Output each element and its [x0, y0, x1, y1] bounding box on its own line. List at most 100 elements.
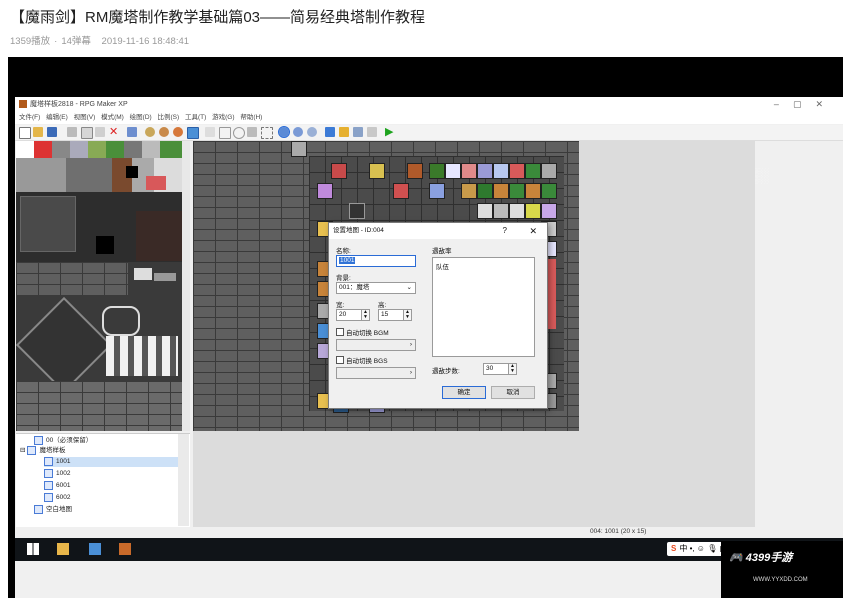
palette-arch-tile[interactable] — [102, 306, 140, 336]
new-icon[interactable] — [19, 127, 31, 139]
encounter-steps-label: 遇敌步数: — [432, 368, 460, 375]
layer1-icon[interactable] — [145, 127, 155, 137]
help-button[interactable]: ? — [503, 223, 507, 239]
menu-scale[interactable]: 比例(S) — [158, 114, 180, 121]
pencil-icon[interactable] — [205, 127, 215, 137]
script-editor-icon[interactable] — [353, 127, 363, 137]
tree-item[interactable]: 6001 — [44, 481, 70, 491]
maximize-button[interactable]: ▢ — [793, 99, 816, 109]
map-tile-item — [477, 203, 493, 219]
windows-start-icon[interactable] — [27, 543, 39, 555]
close-window-button[interactable]: ✕ — [815, 99, 837, 109]
select-icon[interactable] — [261, 127, 273, 139]
tree-item[interactable]: ⊟ 魔塔样板 — [20, 446, 65, 456]
encounter-list[interactable]: 队伍 — [432, 257, 535, 357]
zoom-2-icon[interactable] — [293, 127, 303, 137]
save-icon[interactable] — [47, 127, 57, 137]
palette-wall-row[interactable] — [16, 381, 182, 431]
palette-table-tile[interactable] — [134, 268, 152, 280]
menu-draw[interactable]: 绘图(D) — [130, 114, 152, 121]
palette-pit-tile[interactable] — [20, 196, 76, 252]
width-input[interactable]: 20 — [336, 309, 362, 321]
palette-scrollbar[interactable] — [182, 141, 190, 431]
map-tile-item — [541, 183, 557, 199]
cut-icon[interactable] — [67, 127, 77, 137]
menu-tools[interactable]: 工具(T) — [185, 114, 206, 121]
auto-bgm-checkbox[interactable] — [336, 328, 344, 336]
zoom-4-icon[interactable] — [307, 127, 317, 137]
map-tile-item — [509, 203, 525, 219]
palette-brick-row[interactable] — [16, 262, 128, 296]
undo-icon[interactable] — [127, 127, 137, 137]
encounter-list-item[interactable]: 队伍 — [436, 261, 449, 271]
map-name-input[interactable]: 1001 — [336, 255, 416, 267]
menu-file[interactable]: 文件(F) — [19, 114, 40, 121]
tree-scrollbar[interactable] — [178, 434, 189, 526]
palette-black-tile[interactable] — [126, 166, 138, 178]
zoom-1-icon[interactable] — [278, 126, 290, 138]
height-input[interactable]: 15 — [378, 309, 404, 321]
palette-red-tile[interactable] — [146, 176, 166, 190]
fill-icon[interactable] — [247, 127, 257, 137]
dialog-title: 设置地图 - ID:004 — [333, 227, 384, 234]
video-meta: 1359播放 · 14弹幕 2019-11-16 18:48:41 — [10, 33, 193, 47]
tree-item-selected[interactable]: 1001 — [44, 457, 178, 467]
layer2-icon[interactable] — [159, 127, 169, 137]
palette-stair-diamond[interactable] — [16, 296, 113, 394]
palette-bench-tile[interactable] — [154, 273, 176, 281]
ok-button[interactable]: 确定 — [442, 386, 486, 399]
map-tile-item — [509, 183, 525, 199]
collapse-icon[interactable]: ⊟ — [20, 447, 25, 454]
dialog-close-button[interactable]: ✕ — [529, 223, 537, 239]
menu-help[interactable]: 帮助(H) — [240, 114, 262, 121]
height-label: 高: — [378, 302, 387, 309]
tree-item[interactable]: 空白地图 — [34, 505, 72, 515]
encounter-steps-stepper[interactable]: ▲ ▼ — [508, 363, 517, 375]
map-tile-item — [493, 183, 509, 199]
cancel-button[interactable]: 取消 — [491, 386, 535, 399]
tree-item[interactable]: 1002 — [44, 469, 70, 479]
paste-icon[interactable] — [95, 127, 105, 137]
palette-brown-tile[interactable] — [136, 211, 182, 261]
palette-pillars-tile[interactable] — [106, 336, 178, 376]
rpgmaker-taskbar-icon[interactable] — [89, 543, 101, 555]
play-test-icon[interactable]: ▶ — [385, 127, 395, 138]
ellipse-icon[interactable] — [233, 127, 245, 139]
window-titlebar: 魔塔样板2818 - RPG Maker XP –▢✕ — [15, 97, 843, 112]
event-layer-icon[interactable] — [187, 127, 199, 139]
bgs-select[interactable]: › — [336, 367, 416, 379]
tileset-palette[interactable] — [16, 141, 182, 431]
tree-item[interactable]: 6002 — [44, 493, 70, 503]
menu-mode[interactable]: 模式(M) — [101, 114, 124, 121]
encounter-steps-input[interactable]: 30 — [483, 363, 509, 375]
map-tile-item — [525, 163, 541, 179]
palette-row-1[interactable] — [16, 141, 182, 158]
materials-icon[interactable] — [339, 127, 349, 137]
background-select[interactable]: 001：魔塔 ⌄ — [336, 282, 416, 294]
palette-void-tile[interactable] — [96, 236, 114, 254]
delete-icon[interactable]: ✕ — [109, 127, 119, 138]
bgm-select[interactable]: › — [336, 339, 416, 351]
tree-item[interactable]: 00（必须保留） — [34, 436, 92, 446]
sound-test-icon[interactable] — [367, 127, 377, 137]
minimize-button[interactable]: – — [774, 99, 793, 109]
map-tile-item — [477, 183, 493, 199]
database-icon[interactable] — [325, 127, 335, 137]
copy-icon[interactable] — [81, 127, 93, 139]
explorer-icon[interactable] — [57, 543, 69, 555]
layer3-icon[interactable] — [173, 127, 183, 137]
menu-view[interactable]: 视图(V) — [74, 114, 96, 121]
video-player[interactable]: 魔塔样板2818 - RPG Maker XP –▢✕ ░▒ ▓▒░ 文件(F)… — [8, 57, 843, 598]
width-stepper[interactable]: ▲ ▼ — [361, 309, 370, 321]
rectangle-icon[interactable] — [219, 127, 231, 139]
map-tile-item — [541, 203, 557, 219]
map-tile-stairs-up — [429, 163, 445, 179]
menu-edit[interactable]: 编辑(E) — [46, 114, 68, 121]
game-taskbar-icon[interactable] — [119, 543, 131, 555]
open-icon[interactable] — [33, 127, 43, 137]
video-title: 【魔雨剑】RM魔塔制作教学基础篇03——简易经典塔制作教程 — [10, 9, 426, 26]
height-stepper[interactable]: ▲ ▼ — [403, 309, 412, 321]
menu-game[interactable]: 游戏(G) — [212, 114, 234, 121]
map-tile-item — [509, 163, 525, 179]
auto-bgs-checkbox[interactable] — [336, 356, 344, 364]
